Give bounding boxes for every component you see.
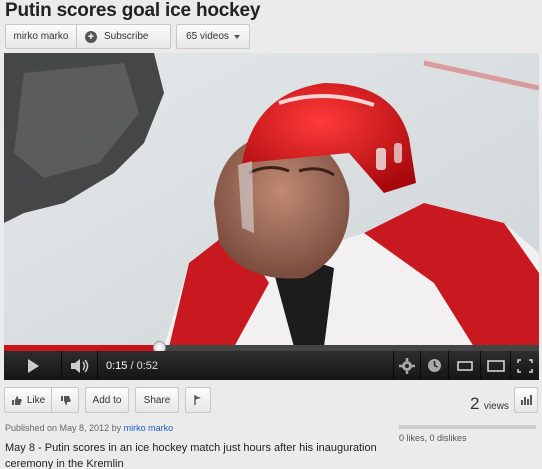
views-label: views — [483, 401, 509, 412]
flag-button[interactable] — [185, 387, 211, 413]
channel-bar: mirko marko + Subscribe 65 videos — [5, 24, 250, 49]
videos-dropdown[interactable]: 65 videos — [176, 24, 250, 49]
thumbs-down-icon — [60, 395, 71, 405]
like-label: Like — [26, 394, 46, 406]
current-time: 0:15 — [106, 359, 128, 372]
time-display: 0:15 / 0:52 — [98, 360, 158, 372]
videos-label: 65 videos — [186, 31, 229, 42]
published-info: Published on May 8, 2012 by mirko marko — [5, 423, 173, 433]
fullscreen-button[interactable] — [511, 351, 539, 380]
video-frame[interactable] — [4, 53, 539, 347]
small-player-button[interactable] — [449, 351, 481, 380]
volume-button[interactable] — [62, 351, 98, 380]
share-button[interactable]: Share — [135, 387, 179, 413]
play-button[interactable] — [4, 351, 62, 380]
action-bar: Like Add to Share — [4, 387, 211, 413]
watch-later-button[interactable] — [421, 351, 449, 380]
video-title: Putin scores goal ice hockey — [5, 0, 261, 21]
settings-button[interactable] — [393, 351, 421, 380]
view-count: 2 views — [470, 394, 509, 414]
gear-icon — [399, 357, 415, 374]
like-button[interactable]: Like — [4, 387, 52, 413]
subscribe-button[interactable]: + Subscribe — [77, 24, 171, 49]
small-player-icon — [456, 360, 473, 371]
like-ratio-bar — [399, 425, 536, 429]
video-description: May 8 - Putin scores in an ice hockey ma… — [5, 442, 377, 469]
dislike-button[interactable] — [52, 387, 79, 413]
stats-icon — [520, 395, 532, 405]
plus-circle-icon: + — [85, 30, 97, 43]
likes-dislikes-text: 0 likes, 0 dislikes — [399, 433, 467, 443]
thumbs-up-icon — [11, 395, 22, 405]
stats-button[interactable] — [514, 387, 538, 413]
subscribe-label: Subscribe — [104, 31, 149, 42]
channel-name-button[interactable]: mirko marko — [5, 24, 77, 49]
flag-icon — [194, 395, 201, 405]
player-controls: 0:15 / 0:52 — [4, 351, 539, 380]
views-number: 2 — [470, 394, 480, 413]
add-to-button[interactable]: Add to — [85, 387, 129, 413]
chevron-down-icon — [233, 34, 240, 39]
duration: 0:52 — [136, 359, 159, 372]
fullscreen-icon — [517, 358, 533, 373]
large-player-button[interactable] — [481, 351, 511, 380]
large-player-icon — [486, 359, 505, 372]
author-link[interactable]: mirko marko — [124, 423, 174, 433]
time-separator: / — [130, 359, 134, 372]
clock-icon — [428, 359, 441, 372]
video-player[interactable]: 0:15 / 0:52 — [4, 53, 539, 380]
like-dislike-group: Like — [4, 387, 79, 413]
published-date: Published on May 8, 2012 by — [5, 423, 122, 433]
play-icon — [27, 358, 39, 373]
volume-icon — [70, 358, 88, 373]
